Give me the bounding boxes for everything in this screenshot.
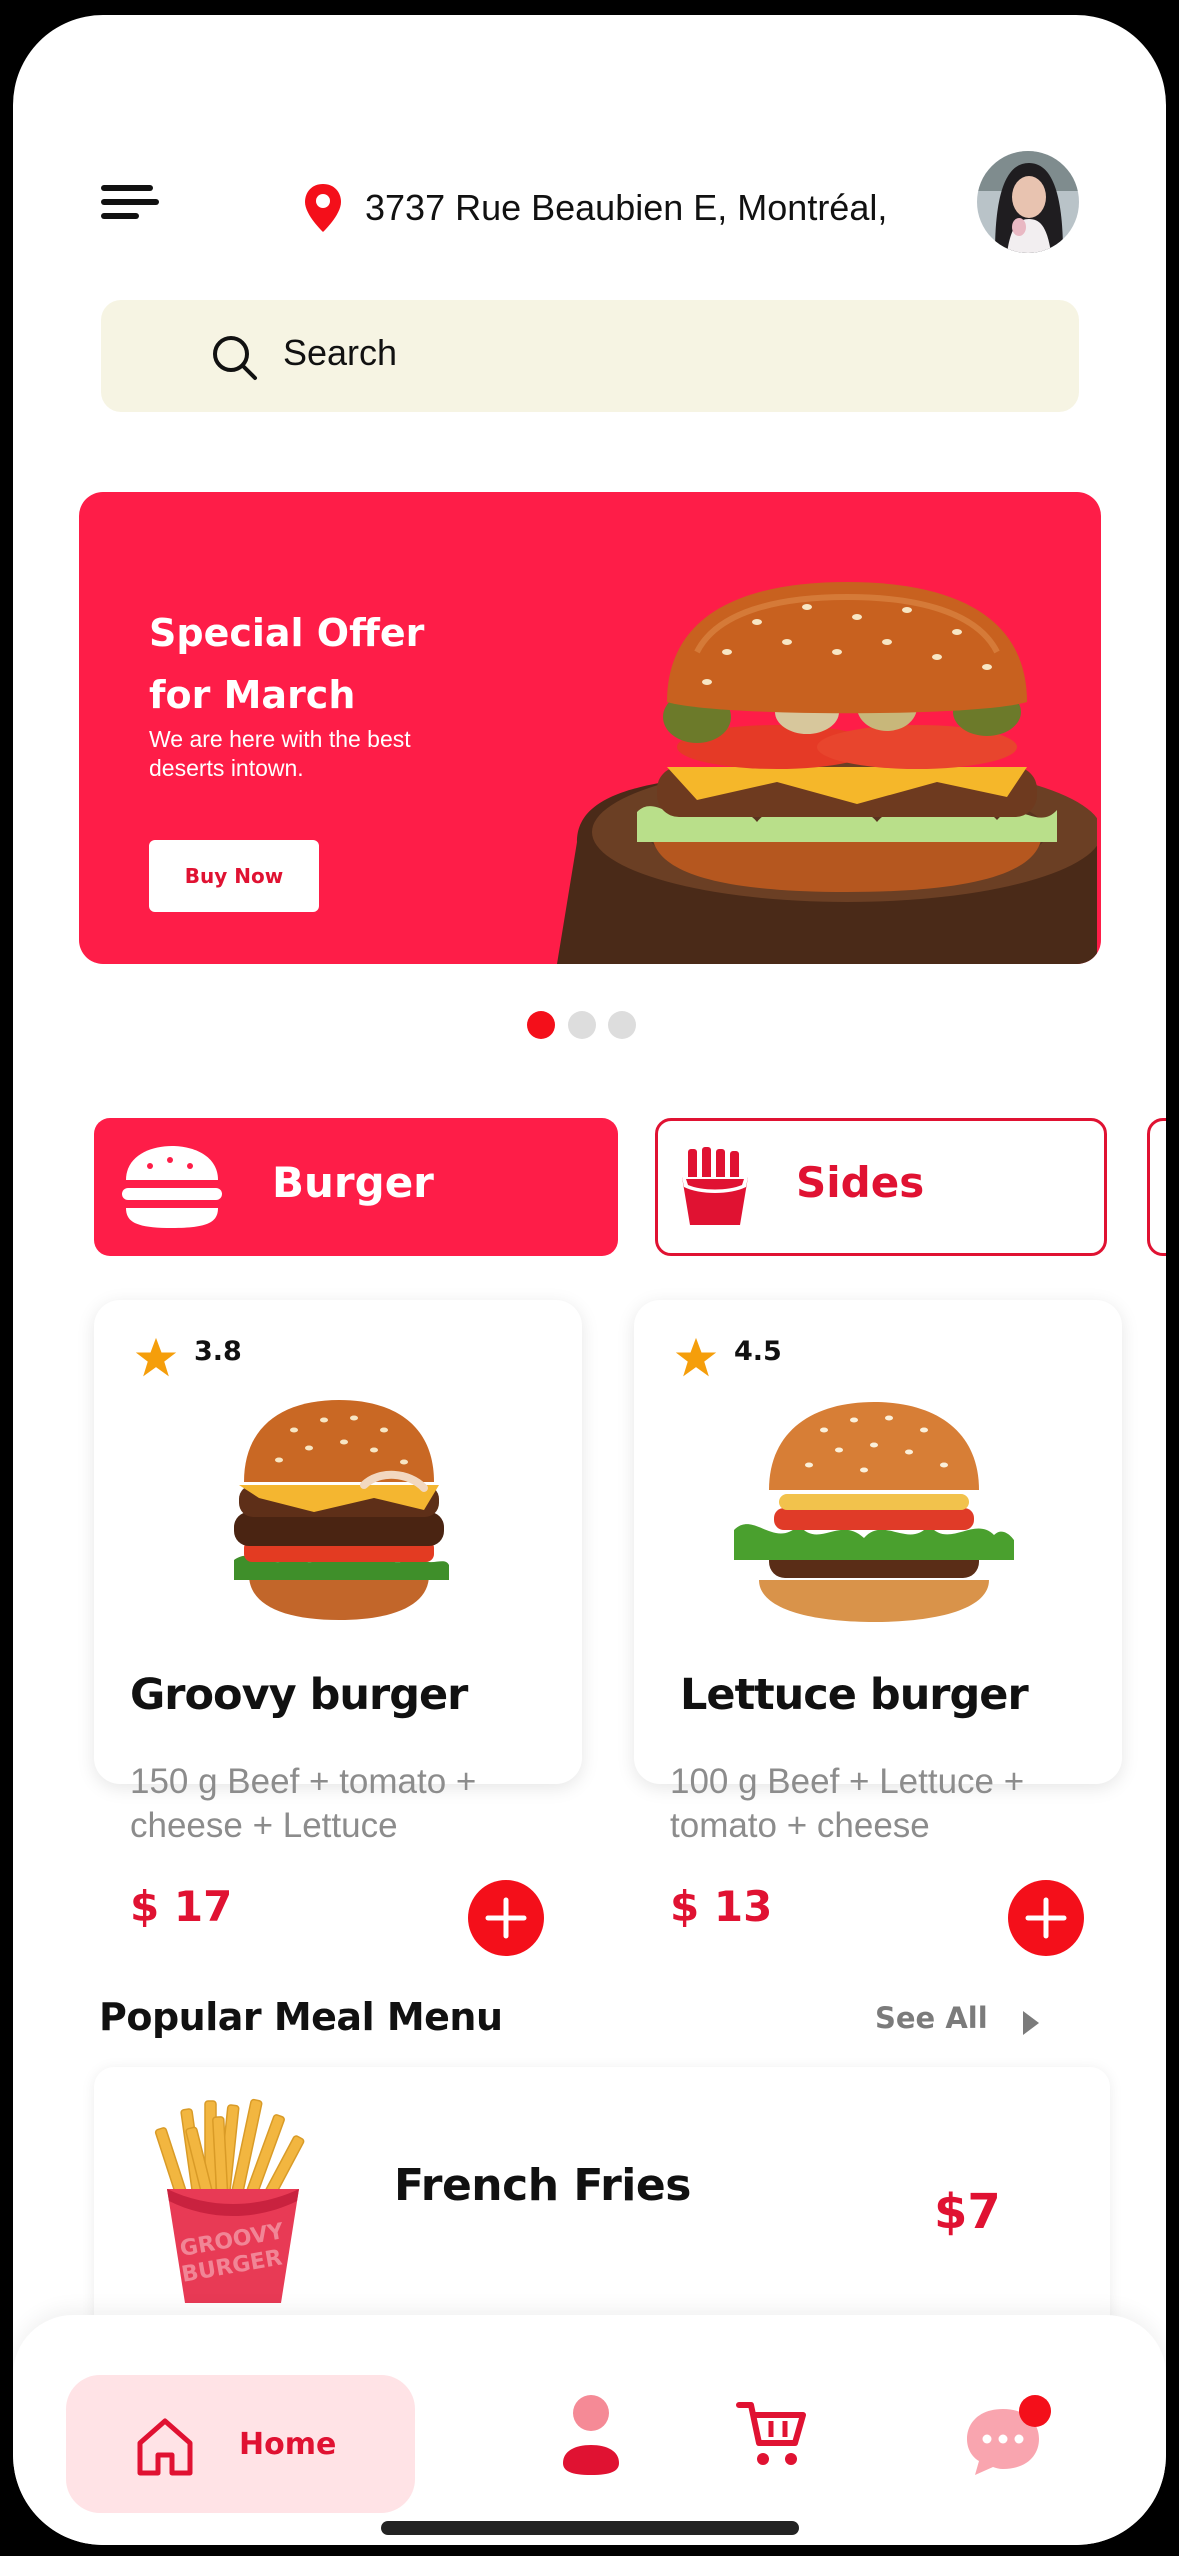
product-name: Lettuce burger [680, 1670, 1029, 1720]
chat-icon[interactable] [963, 2393, 1055, 2477]
product-description: 100 g Beef + Lettuce + tomato + cheese [670, 1760, 1070, 1848]
buy-now-button[interactable]: Buy Now [149, 840, 319, 912]
fries-icon [682, 1147, 748, 1225]
category-sides[interactable]: Sides [655, 1118, 1107, 1256]
product-description-line: 150 g Beef + tomato + [130, 1762, 477, 1801]
category-burger[interactable]: Burger [94, 1118, 618, 1256]
cart-icon[interactable] [735, 2399, 807, 2469]
see-all-link[interactable]: See All [875, 2001, 988, 2035]
carousel-dot[interactable] [608, 1011, 636, 1039]
product-price: $ 13 [670, 1882, 773, 1931]
profile-icon[interactable] [559, 2393, 623, 2475]
home-icon [137, 2418, 193, 2476]
banner-title: Special Offer for March [149, 602, 479, 726]
notification-badge [1019, 2395, 1051, 2427]
star-icon [675, 1337, 717, 1377]
home-indicator [381, 2521, 799, 2535]
section-title: Popular Meal Menu [99, 1995, 503, 2039]
user-avatar[interactable] [977, 151, 1079, 253]
hamburger-menu-icon[interactable] [101, 175, 159, 229]
carousel-dot[interactable] [568, 1011, 596, 1039]
plus-icon [485, 1897, 527, 1939]
nav-home[interactable]: Home [66, 2375, 415, 2513]
fries-image: GROOVY BURGER [154, 2098, 305, 2303]
carousel-dot-active[interactable] [527, 1011, 555, 1039]
chevron-right-icon[interactable] [1017, 2007, 1043, 2039]
burger-on-wood-image [557, 582, 1097, 964]
add-to-cart-button[interactable] [468, 1880, 544, 1956]
banner-title-line2: for March [149, 673, 356, 717]
product-rating: 4.5 [734, 1336, 782, 1367]
phone-screen: 3737 Rue Beaubien E, Montréal, Search Sp… [13, 15, 1166, 2545]
burger-image [734, 1402, 1014, 1622]
product-name: Groovy burger [130, 1670, 468, 1720]
product-rating: 3.8 [194, 1336, 242, 1367]
banner-subtitle: We are here with the best deserts intown… [149, 726, 411, 781]
product-description: 150 g Beef + tomato + cheese + Lettuce [130, 1760, 530, 1848]
promo-banner[interactable]: Special Offer for March We are here with… [79, 492, 1101, 964]
product-card[interactable]: 4.5 Lettuce burger 100 g Beef + Lettuce … [634, 1300, 1122, 1956]
plus-icon [1025, 1897, 1067, 1939]
search-icon [213, 336, 257, 380]
map-pin-icon [305, 184, 341, 232]
product-price: $ 17 [130, 1882, 233, 1931]
bottom-navigation: Home [13, 2315, 1166, 2545]
star-icon [135, 1337, 177, 1377]
product-description-line: cheese + Lettuce [130, 1806, 398, 1845]
search-bar[interactable]: Search [101, 300, 1079, 412]
meal-name: French Fries [394, 2160, 691, 2211]
delivery-address[interactable]: 3737 Rue Beaubien E, Montréal, [365, 187, 887, 229]
product-description-line: tomato + cheese [670, 1806, 930, 1845]
category-partial[interactable] [1147, 1118, 1166, 1256]
add-to-cart-button[interactable] [1008, 1880, 1084, 1956]
meal-price: $7 [934, 2184, 1001, 2240]
burger-icon [122, 1146, 222, 1228]
banner-title-line1: Special Offer [149, 611, 425, 655]
search-input[interactable]: Search [283, 332, 397, 374]
product-description-line: 100 g Beef + Lettuce + [670, 1762, 1025, 1801]
avatar-photo [977, 151, 1079, 253]
category-label: Burger [272, 1158, 434, 1207]
product-card[interactable]: 3.8 Groovy burger 150 g Beef + tomato + … [94, 1300, 582, 1956]
nav-label: Home [239, 2427, 337, 2462]
category-label: Sides [796, 1158, 925, 1207]
burger-image [234, 1400, 449, 1620]
